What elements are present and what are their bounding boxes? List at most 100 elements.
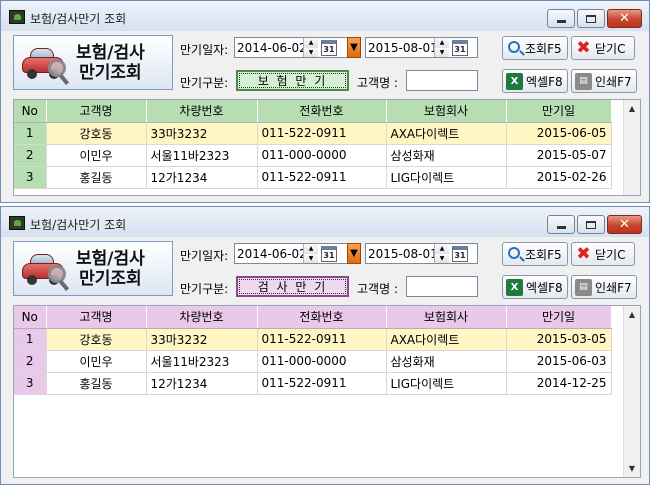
cell-no: 2 xyxy=(14,350,47,373)
column-header-no[interactable]: No xyxy=(14,100,47,123)
date-to-spinner[interactable]: ▲ ▼ xyxy=(434,38,449,57)
calendar-icon[interactable]: 31 xyxy=(321,245,337,262)
cell-date: 2015-06-05 xyxy=(506,122,612,145)
date-from-field[interactable]: 2014-06-02 ▲ ▼ 31 xyxy=(234,37,348,58)
column-header-date[interactable]: 만기일 xyxy=(506,306,612,329)
cell-plate: 서울11바2323 xyxy=(146,350,258,373)
cell-insurer: AXA다이렉트 xyxy=(386,122,507,145)
minimize-button[interactable] xyxy=(547,9,575,28)
date-range-arrow[interactable]: ▼ xyxy=(347,37,361,58)
print-button[interactable]: ▤ 인쇄F7 xyxy=(571,69,637,93)
column-header-phone[interactable]: 전화번호 xyxy=(257,100,387,123)
excel-icon: X xyxy=(506,278,523,296)
logo-title: 보험/검사 만기조회 xyxy=(76,42,145,83)
cell-no: 2 xyxy=(14,144,47,167)
results-grid[interactable]: No 고객명 차량번호 전화번호 보험회사 만기일 1 강호동 33마3232 … xyxy=(13,99,641,196)
expiry-date-label: 만기일자: xyxy=(180,43,229,57)
customer-name-input[interactable] xyxy=(406,276,478,297)
magnifier-icon xyxy=(508,40,520,53)
maximize-icon xyxy=(586,14,596,23)
cell-insurer: LIG다이렉트 xyxy=(386,166,507,189)
date-from-spinner[interactable]: ▲ ▼ xyxy=(303,244,318,263)
excel-button[interactable]: X 엑셀F8 xyxy=(502,69,568,93)
table-row[interactable]: 3 홍길동 12가1234 011-522-0911 LIG다이렉트 2014-… xyxy=(14,372,612,395)
table-row[interactable]: 2 이민우 서울11바2323 011-000-0000 삼성화재 2015-0… xyxy=(14,144,612,167)
date-to-field[interactable]: 2015-08-01 ▲ ▼ 31 xyxy=(365,37,478,58)
cell-insurer: AXA다이렉트 xyxy=(386,328,507,351)
expiry-type-toggle[interactable]: 보 험 만 기 xyxy=(236,70,349,91)
column-header-plate[interactable]: 차량번호 xyxy=(146,306,258,329)
car-magnifier-icon xyxy=(22,43,70,85)
maximize-button[interactable] xyxy=(577,215,605,234)
cell-name: 강호동 xyxy=(46,328,147,351)
search-button[interactable]: 조회F5 xyxy=(502,36,568,60)
table-row[interactable]: 1 강호동 33마3232 011-522-0911 AXA다이렉트 2015-… xyxy=(14,122,612,145)
window-client: 보험/검사 만기조회 만기일자: 2014-06-02 ▲ ▼ 31 ▼ 2015… xyxy=(9,237,641,478)
table-row[interactable]: 2 이민우 서울11바2323 011-000-0000 삼성화재 2015-0… xyxy=(14,350,612,373)
results-grid[interactable]: No 고객명 차량번호 전화번호 보험회사 만기일 1 강호동 33마3232 … xyxy=(13,305,641,478)
results-table: No 고객명 차량번호 전화번호 보험회사 만기일 1 강호동 33마3232 … xyxy=(14,306,612,395)
window-title: 보험/검사만기 조회 xyxy=(30,12,127,26)
expiry-type-toggle[interactable]: 검 사 만 기 xyxy=(236,276,349,297)
column-header-no[interactable]: No xyxy=(14,306,47,329)
printer-icon: ▤ xyxy=(575,278,592,296)
calendar-icon[interactable]: 31 xyxy=(321,39,337,56)
cell-phone: 011-522-0911 xyxy=(257,372,387,395)
column-header-phone[interactable]: 전화번호 xyxy=(257,306,387,329)
red-x-icon: ✖ xyxy=(576,244,591,264)
magnifier-icon xyxy=(508,246,520,259)
logo-panel: 보험/검사 만기조회 xyxy=(13,241,173,296)
date-from-spinner[interactable]: ▲ ▼ xyxy=(303,38,318,57)
vertical-scrollbar[interactable]: ▲ ▼ xyxy=(623,306,640,477)
scroll-up-icon[interactable]: ▲ xyxy=(624,100,640,117)
cell-date: 2015-06-03 xyxy=(506,350,612,373)
insurance-expiry-window: 보험/검사만기 조회 ✕ 보험/검사 만기조회 만기일자: 2014-06-02… xyxy=(0,0,650,203)
close-window-button[interactable]: ✕ xyxy=(607,9,642,28)
cell-no: 3 xyxy=(14,372,47,395)
excel-button[interactable]: X 엑셀F8 xyxy=(502,275,568,299)
date-range-arrow[interactable]: ▼ xyxy=(347,243,361,264)
cell-name: 홍길동 xyxy=(46,372,147,395)
logo-panel: 보험/검사 만기조회 xyxy=(13,35,173,90)
maximize-button[interactable] xyxy=(577,9,605,28)
search-button[interactable]: 조회F5 xyxy=(502,242,568,266)
column-header-date[interactable]: 만기일 xyxy=(506,100,612,123)
cell-insurer: 삼성화재 xyxy=(386,350,507,373)
column-header-insurer[interactable]: 보험회사 xyxy=(386,100,507,123)
minimize-button[interactable] xyxy=(547,215,575,234)
scroll-down-icon[interactable]: ▼ xyxy=(624,460,640,477)
expiry-date-label: 만기일자: xyxy=(180,249,229,263)
date-from-field[interactable]: 2014-06-02 ▲ ▼ 31 xyxy=(234,243,348,264)
app-icon xyxy=(9,216,25,230)
title-bar[interactable]: 보험/검사만기 조회 ✕ xyxy=(1,1,649,31)
close-button[interactable]: ✖ 닫기C xyxy=(571,242,635,266)
minimize-icon xyxy=(556,20,566,23)
column-header-insurer[interactable]: 보험회사 xyxy=(386,306,507,329)
cell-phone: 011-000-0000 xyxy=(257,350,387,373)
scroll-up-icon[interactable]: ▲ xyxy=(624,306,640,323)
table-header-row: No 고객명 차량번호 전화번호 보험회사 만기일 xyxy=(14,100,612,123)
date-to-field[interactable]: 2015-08-01 ▲ ▼ 31 xyxy=(365,243,478,264)
close-icon: ✕ xyxy=(619,11,630,26)
car-magnifier-icon xyxy=(22,249,70,291)
table-row[interactable]: 3 홍길동 12가1234 011-522-0911 LIG다이렉트 2015-… xyxy=(14,166,612,189)
date-from-value: 2014-06-02 xyxy=(237,40,303,55)
table-row[interactable]: 1 강호동 33마3232 011-522-0911 AXA다이렉트 2015-… xyxy=(14,328,612,351)
close-button[interactable]: ✖ 닫기C xyxy=(571,36,635,60)
column-header-plate[interactable]: 차량번호 xyxy=(146,100,258,123)
red-x-icon: ✖ xyxy=(576,38,591,58)
vertical-scrollbar[interactable]: ▲ xyxy=(623,100,640,195)
customer-name-input[interactable] xyxy=(406,70,478,91)
title-bar[interactable]: 보험/검사만기 조회 ✕ xyxy=(1,207,649,237)
column-header-name[interactable]: 고객명 xyxy=(46,306,147,329)
cell-plate: 서울11바2323 xyxy=(146,144,258,167)
date-from-value: 2014-06-02 xyxy=(237,246,303,261)
date-to-spinner[interactable]: ▲ ▼ xyxy=(434,244,449,263)
cell-plate: 33마3232 xyxy=(146,122,258,145)
calendar-icon[interactable]: 31 xyxy=(452,245,468,262)
close-window-button[interactable]: ✕ xyxy=(607,215,642,234)
column-header-name[interactable]: 고객명 xyxy=(46,100,147,123)
print-button[interactable]: ▤ 인쇄F7 xyxy=(571,275,637,299)
calendar-icon[interactable]: 31 xyxy=(452,39,468,56)
cell-no: 3 xyxy=(14,166,47,189)
